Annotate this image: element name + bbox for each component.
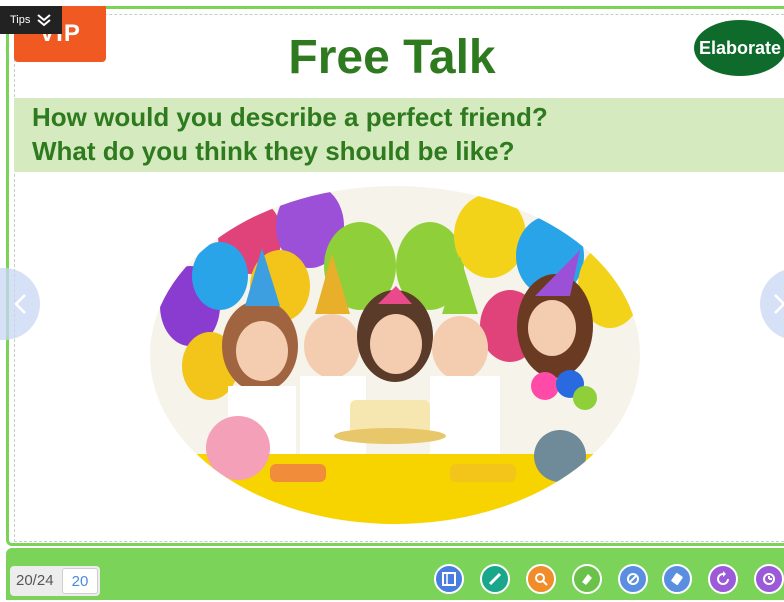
flower xyxy=(573,386,597,410)
party-photo xyxy=(150,186,640,524)
tips-label: Tips xyxy=(10,14,31,26)
timer-tool-button[interactable] xyxy=(754,564,784,594)
elaborate-badge: Elaborate xyxy=(694,20,784,76)
pen-icon xyxy=(488,572,502,586)
magnifier-icon xyxy=(535,573,548,586)
palette-tool-button[interactable] xyxy=(618,564,648,594)
board-icon xyxy=(442,572,456,586)
pen-tool-button[interactable] xyxy=(480,564,510,594)
page-number-input[interactable]: 20 xyxy=(62,568,98,594)
balloon xyxy=(454,194,526,278)
palette-icon xyxy=(627,573,639,585)
timer-icon xyxy=(763,573,775,585)
refresh-tool-button[interactable] xyxy=(708,564,738,594)
snack-plate xyxy=(270,464,326,482)
board-tool-button[interactable] xyxy=(434,564,464,594)
candy-jar xyxy=(206,416,270,480)
magnifier-tool-button[interactable] xyxy=(526,564,556,594)
chevron-right-icon xyxy=(774,294,784,314)
refresh-icon xyxy=(717,571,729,585)
double-chevron-down-icon xyxy=(37,14,52,27)
clear-icon xyxy=(671,573,683,585)
eraser-icon xyxy=(582,574,592,585)
eraser-tool-button[interactable] xyxy=(572,564,602,594)
balloon xyxy=(192,242,248,310)
cake-plate xyxy=(334,428,446,444)
page-counter: 20/24 xyxy=(16,572,54,589)
question-line-1: How would you describe a perfect friend? xyxy=(32,102,548,132)
flower xyxy=(531,372,559,400)
clear-tool-button[interactable] xyxy=(662,564,692,594)
snack-plate xyxy=(450,464,516,482)
chevron-left-icon xyxy=(14,294,26,314)
flower-vase xyxy=(534,430,586,482)
page-title: Free Talk xyxy=(288,31,496,84)
question-line-2: What do you think they should be like? xyxy=(32,136,515,166)
